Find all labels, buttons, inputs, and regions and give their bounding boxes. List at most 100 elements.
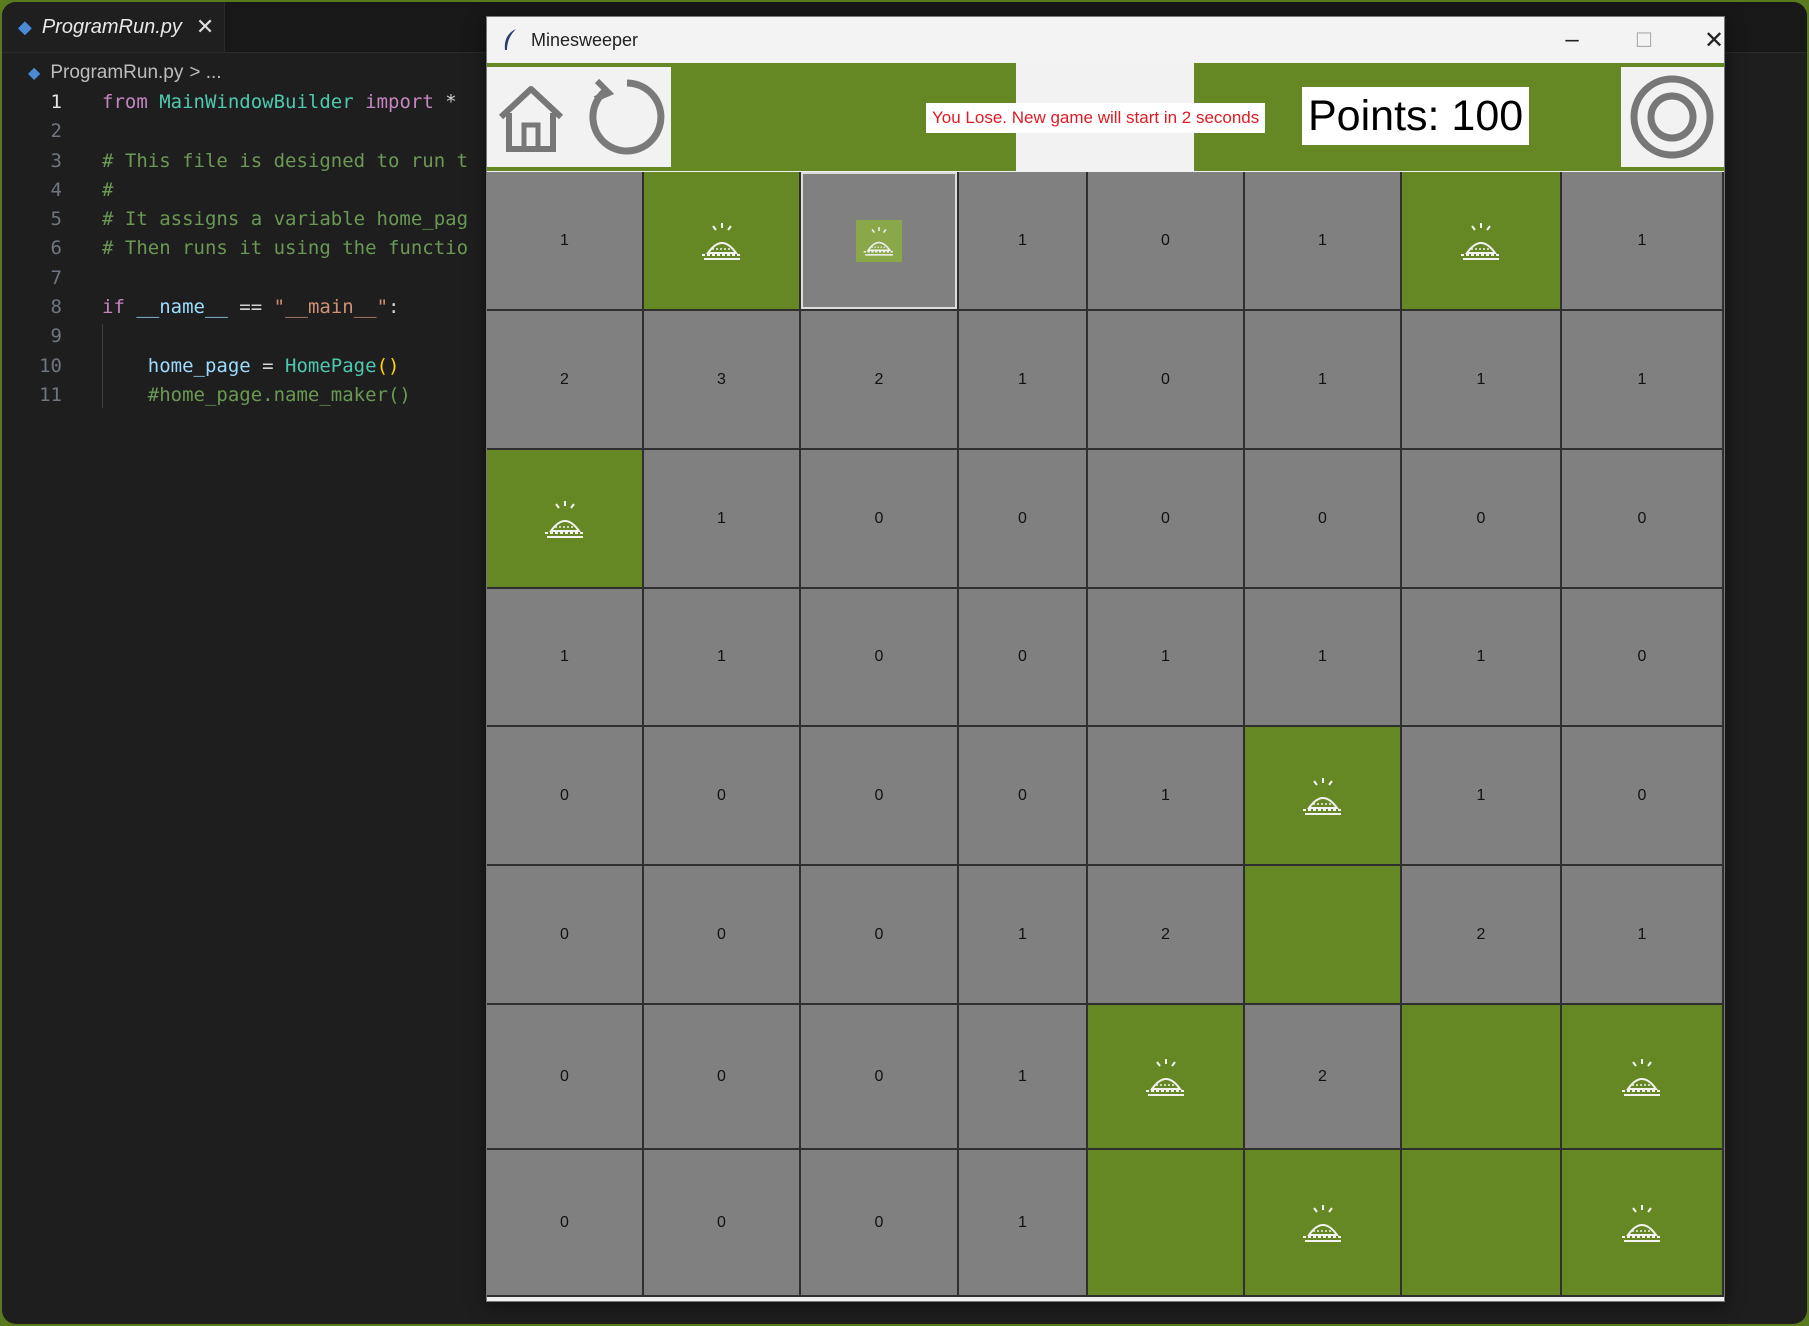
- editor-tab-label: ProgramRun.py: [41, 15, 182, 38]
- number-cell[interactable]: 0: [801, 866, 959, 1005]
- number-cell[interactable]: 0: [1088, 172, 1245, 311]
- number-cell[interactable]: 0: [959, 727, 1088, 866]
- number-cell[interactable]: 1: [959, 866, 1088, 1005]
- number-cell[interactable]: 0: [1562, 727, 1724, 866]
- breadcrumb-rest[interactable]: > ...: [189, 62, 221, 84]
- minefield-grid: 1 1 0 1 1 2 3 2 1 0 1 1 1 1 0 0 0 0 0 0 1 1 0 0 1 1 1 0 0 0 0 0 1 1 0 0 0 0 1 2…: [487, 172, 1724, 1297]
- number-cell[interactable]: 2: [1088, 866, 1245, 1005]
- number-cell[interactable]: 1: [1245, 172, 1402, 311]
- number-cell[interactable]: 0: [1245, 450, 1402, 589]
- target-button[interactable]: [1621, 67, 1724, 167]
- cell-number: 2: [874, 370, 884, 388]
- number-cell[interactable]: 1: [1562, 311, 1724, 450]
- number-cell[interactable]: 2: [1245, 1005, 1402, 1150]
- breadcrumb-file[interactable]: ProgramRun.py: [50, 62, 183, 84]
- number-cell[interactable]: 0: [959, 450, 1088, 589]
- number-cell[interactable]: 0: [644, 1005, 801, 1150]
- minimize-button[interactable]: –: [1542, 17, 1602, 63]
- code-token: *: [433, 91, 457, 113]
- number-cell[interactable]: 1: [644, 589, 801, 727]
- number-cell[interactable]: 0: [487, 1150, 644, 1297]
- code-line[interactable]: 7: [2, 264, 62, 293]
- mine-cell[interactable]: [644, 172, 801, 311]
- number-cell[interactable]: 2: [801, 311, 959, 450]
- number-cell[interactable]: 2: [1402, 866, 1562, 1005]
- number-cell[interactable]: 0: [487, 866, 644, 1005]
- mine-cell[interactable]: [1245, 1150, 1402, 1297]
- number-cell[interactable]: 0: [644, 727, 801, 866]
- mine-cell[interactable]: [1562, 1150, 1724, 1297]
- flagged-cell[interactable]: [1088, 1150, 1245, 1297]
- number-cell[interactable]: 2: [487, 311, 644, 450]
- cell-number: 0: [560, 1213, 569, 1231]
- window-titlebar[interactable]: Minesweeper – ☐ ✕: [487, 17, 1724, 63]
- mine-cell[interactable]: [1402, 172, 1562, 311]
- number-cell[interactable]: 1: [487, 589, 644, 727]
- flagged-cell[interactable]: [1402, 1005, 1562, 1150]
- home-button[interactable]: [487, 67, 575, 167]
- number-cell[interactable]: 0: [801, 1150, 959, 1297]
- number-cell[interactable]: 0: [801, 727, 959, 866]
- number-cell[interactable]: 1: [1088, 727, 1245, 866]
- number-cell[interactable]: 0: [1562, 450, 1724, 589]
- maximize-button[interactable]: ☐: [1614, 17, 1674, 63]
- line-number: 9: [50, 325, 62, 348]
- code-text: home_page = HomePage(): [102, 352, 400, 381]
- tab-close-icon[interactable]: ✕: [196, 14, 214, 40]
- code-line[interactable]: 2: [2, 117, 62, 146]
- number-cell[interactable]: 1: [487, 172, 644, 311]
- code-line[interactable]: 3 # This file is designed to run t: [2, 147, 469, 176]
- code-line[interactable]: 6 # Then runs it using the functio: [2, 234, 469, 263]
- code-line[interactable]: 8 if __name__ == "__main__":: [2, 293, 400, 322]
- number-cell[interactable]: 0: [801, 589, 959, 727]
- number-cell[interactable]: 1: [1402, 727, 1562, 866]
- number-cell[interactable]: 0: [487, 727, 644, 866]
- mine-cell[interactable]: [1562, 1005, 1724, 1150]
- number-cell[interactable]: 0: [1088, 311, 1245, 450]
- flagged-cell[interactable]: [1245, 866, 1402, 1005]
- mine-icon: [1622, 1204, 1662, 1242]
- code-line[interactable]: 1 from MainWindowBuilder import *: [2, 88, 457, 117]
- number-cell[interactable]: 1: [1402, 311, 1562, 450]
- code-editor[interactable]: 1 from MainWindowBuilder import * 2 3 # This…: [2, 88, 469, 410]
- number-cell[interactable]: 0: [1088, 450, 1245, 589]
- indent-guide: [102, 324, 103, 408]
- number-cell[interactable]: 3: [644, 311, 801, 450]
- number-cell[interactable]: 0: [1562, 589, 1724, 727]
- number-cell[interactable]: 0: [801, 450, 959, 589]
- mine-cell[interactable]: [1088, 1005, 1245, 1150]
- editor-tab[interactable]: ◆ ProgramRun.py ✕: [2, 2, 225, 52]
- number-cell[interactable]: 0: [487, 1005, 644, 1150]
- code-line[interactable]: 10 home_page = HomePage(): [2, 352, 399, 381]
- number-cell[interactable]: 1: [959, 172, 1088, 311]
- mine-cell[interactable]: [487, 450, 644, 589]
- selected-mine-cell[interactable]: [801, 172, 959, 311]
- number-cell[interactable]: 1: [959, 311, 1088, 450]
- restart-button[interactable]: [575, 67, 671, 167]
- number-cell[interactable]: 0: [644, 1150, 801, 1297]
- flagged-cell[interactable]: [1402, 1150, 1562, 1297]
- code-line[interactable]: 4 #: [2, 176, 114, 205]
- code-line[interactable]: 9: [2, 322, 62, 351]
- number-cell[interactable]: 1: [959, 1150, 1088, 1297]
- number-cell[interactable]: 1: [1562, 172, 1724, 311]
- number-cell[interactable]: 0: [801, 1005, 959, 1150]
- code-line[interactable]: 5 # It assigns a variable home_pag: [2, 205, 469, 234]
- code-token: "__main__": [273, 296, 389, 319]
- number-cell[interactable]: 1: [1088, 589, 1245, 727]
- number-cell[interactable]: 1: [959, 1005, 1088, 1150]
- number-cell[interactable]: 1: [1245, 589, 1402, 727]
- code-token: # It assigns a variable home_pag: [102, 208, 469, 231]
- cell-number: 1: [1637, 231, 1647, 249]
- code-line[interactable]: 11 #home_page.name_maker(): [2, 381, 411, 410]
- number-cell[interactable]: 0: [644, 866, 801, 1005]
- number-cell[interactable]: 0: [959, 589, 1088, 727]
- number-cell[interactable]: 1: [644, 450, 801, 589]
- mine-cell[interactable]: [1245, 727, 1402, 866]
- close-button[interactable]: ✕: [1684, 17, 1744, 63]
- code-text: #home_page.name_maker(): [102, 381, 411, 410]
- number-cell[interactable]: 1: [1245, 311, 1402, 450]
- number-cell[interactable]: 1: [1562, 866, 1724, 1005]
- number-cell[interactable]: 1: [1402, 589, 1562, 727]
- number-cell[interactable]: 0: [1402, 450, 1562, 589]
